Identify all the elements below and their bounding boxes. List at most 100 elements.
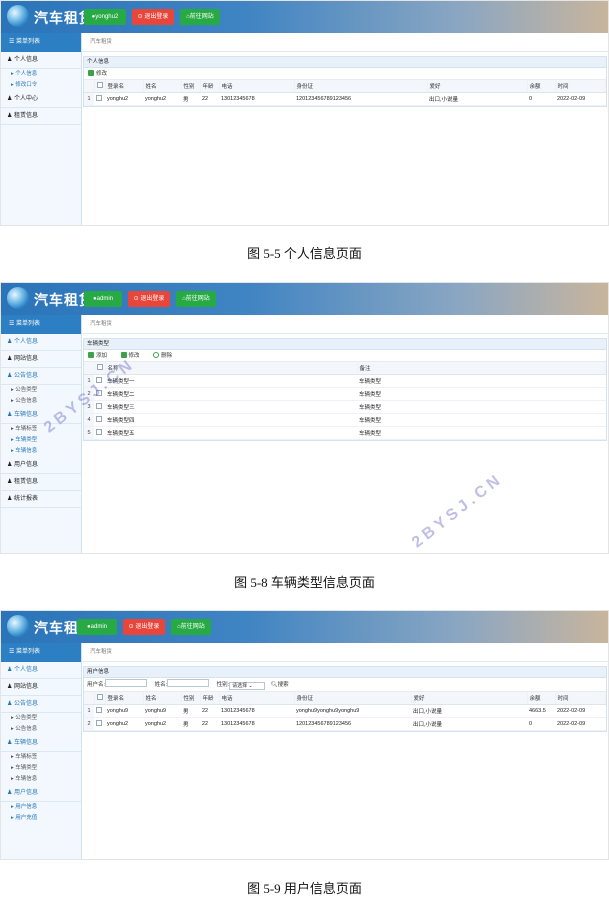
column-header[interactable]: 性别 xyxy=(181,692,201,705)
column-header[interactable]: 年龄 xyxy=(200,80,220,93)
sidebar-group[interactable]: ♟ 个人信息 xyxy=(1,52,81,69)
column-header[interactable]: 姓名 xyxy=(143,692,182,705)
column-header[interactable]: 余额 xyxy=(527,80,556,93)
delete-button[interactable]: 删除 xyxy=(153,352,178,359)
column-header[interactable]: 备注 xyxy=(357,362,606,375)
column-header[interactable]: 性别 xyxy=(181,80,201,93)
user-icon: ♟ xyxy=(7,740,15,746)
user-icon: ♟ xyxy=(7,701,15,707)
sidebar-item-label: 个人中心 xyxy=(14,96,39,102)
sidebar-item[interactable]: ▸ 车辆信息 xyxy=(1,446,81,457)
search-icon: 🔍︎ xyxy=(270,682,278,688)
sidebar-item[interactable]: ▸ 修改口令 xyxy=(1,80,81,91)
table-row[interactable]: 5 车辆类型五 车辆类型 xyxy=(84,426,606,440)
sidebar-item[interactable]: ▸ 车辆标签 xyxy=(1,424,81,435)
sidebar-item-label: 统计报表 xyxy=(14,496,39,502)
column-header[interactable]: 爱好 xyxy=(427,80,528,93)
sidebar-group[interactable]: ♟ 租赁信息 xyxy=(1,474,81,491)
logout-button[interactable]: ⊙ 退出登录 xyxy=(123,619,165,635)
table-cell: yonghu2 xyxy=(143,92,181,106)
logout-button[interactable]: ⊙ 退出登录 xyxy=(128,291,170,307)
user-button[interactable]: ●yonghu2 xyxy=(84,9,126,25)
name-input[interactable] xyxy=(167,679,210,687)
sidebar-group[interactable]: ♟ 个人中心 xyxy=(1,91,81,108)
data-panel: 个人信息 修改 登录名 姓名 性别 年龄 电话 身份证 爱好 余额 时间 1 yonghu2 yon… xyxy=(83,56,607,107)
sidebar-item-label: 用户信息 xyxy=(14,790,39,796)
sidebar-group[interactable]: ♟ 车辆信息 xyxy=(1,735,81,752)
search-button[interactable]: 🔍︎搜索 xyxy=(271,682,289,688)
row-checkbox[interactable] xyxy=(96,416,102,422)
edit-button[interactable]: 修改 xyxy=(88,70,113,77)
table-row[interactable]: 1 车辆类型一 车辆类型 xyxy=(84,374,606,388)
table-row[interactable]: 2 yonghu2 yonghu2 男 22 13012345678 12012345678… xyxy=(84,717,606,731)
sidebar-group[interactable]: ♟ 用户信息 xyxy=(1,785,81,802)
front-site-button[interactable]: ⌂前往网站 xyxy=(180,9,220,25)
column-header[interactable]: 余额 xyxy=(527,692,556,705)
user-button[interactable]: ●admin xyxy=(77,619,117,635)
breadcrumb: 汽车租赁 xyxy=(82,315,608,334)
sidebar-item[interactable]: ▸ 个人信息 xyxy=(1,69,81,80)
add-button[interactable]: 添加 xyxy=(88,352,113,359)
sidebar-item[interactable]: ▸ 公告类型 xyxy=(1,385,81,396)
sidebar-item[interactable]: ▸ 车辆类型 xyxy=(1,435,81,446)
sidebar-item[interactable]: ▸ 车辆类型 xyxy=(1,763,81,774)
front-site-button[interactable]: ⌂前往网站 xyxy=(171,619,211,635)
select-all-checkbox[interactable] xyxy=(96,694,103,701)
table-cell: 13012345678 xyxy=(219,704,294,718)
table-cell: 13012345678 xyxy=(219,92,294,106)
table-row[interactable]: 4 车辆类型四 车辆类型 xyxy=(84,413,606,427)
sidebar-group[interactable]: ♟ 个人信息 xyxy=(1,662,81,679)
column-header[interactable]: 电话 xyxy=(219,80,295,93)
front-site-button[interactable]: ⌂前往网站 xyxy=(176,291,216,307)
sidebar-group[interactable]: ♟ 租赁信息 xyxy=(1,108,81,125)
column-header[interactable]: 身份证 xyxy=(294,80,428,93)
sidebar-group[interactable]: ♟ 统计报表 xyxy=(1,491,81,508)
sidebar-group[interactable]: ♟ 网站信息 xyxy=(1,351,81,368)
row-checkbox[interactable] xyxy=(96,429,102,435)
row-number: 2 xyxy=(84,717,94,731)
select-all-checkbox[interactable] xyxy=(96,82,103,89)
top-header: 汽车租赁 ●yonghu2 ⊙ 退出登录 ⌂前往网站 xyxy=(1,1,608,33)
username-input[interactable] xyxy=(105,679,148,687)
column-header[interactable]: 姓名 xyxy=(143,80,182,93)
column-header[interactable]: 身份证 xyxy=(294,692,412,705)
data-table: 登录名 姓名 性别 年龄 电话 身份证 爱好 余额 时间 1 yonghu2 yonghu2 男 22 1… xyxy=(84,80,606,106)
column-header[interactable]: 电话 xyxy=(219,692,295,705)
table-row[interactable]: 3 车辆类型三 车辆类型 xyxy=(84,400,606,414)
sidebar-group[interactable]: ♟ 公告信息 xyxy=(1,368,81,385)
logout-button[interactable]: ⊙ 退出登录 xyxy=(132,9,174,25)
row-checkbox[interactable] xyxy=(96,95,102,101)
table-cell: 出口,小说量 xyxy=(427,92,527,106)
sidebar-group[interactable]: ♟ 网站信息 xyxy=(1,679,81,696)
column-header[interactable]: 爱好 xyxy=(411,692,528,705)
sidebar-group[interactable]: ♟ 用户信息 xyxy=(1,457,81,474)
sidebar-item[interactable]: ▸ 公告信息 xyxy=(1,724,81,735)
sidebar-item[interactable]: ▸ 用户信息 xyxy=(1,802,81,813)
gender-select[interactable]: 请选择 ⌄ xyxy=(229,682,266,690)
column-header[interactable]: 年龄 xyxy=(200,692,220,705)
row-checkbox[interactable] xyxy=(96,720,102,726)
table-row[interactable]: 1 yonghu9 yonghu9 男 22 13012345678 yonghu9yong… xyxy=(84,704,606,718)
column-header[interactable]: 名称 xyxy=(105,362,358,375)
column-header[interactable]: 登录名 xyxy=(105,80,144,93)
sidebar-group[interactable]: ♟ 个人信息 xyxy=(1,334,81,351)
app-logo-icon xyxy=(7,5,29,27)
row-checkbox[interactable] xyxy=(96,707,102,713)
sidebar-item-label: 用户信息 xyxy=(14,462,39,468)
sidebar-item[interactable]: ▸ 车辆标签 xyxy=(1,752,81,763)
user-button[interactable]: ●admin xyxy=(84,291,122,307)
table-cell: yonghu2 xyxy=(143,717,181,731)
column-header[interactable]: 时间 xyxy=(555,692,606,705)
column-header[interactable]: 登录名 xyxy=(105,692,144,705)
screenshot-user-info: 汽车租赁 ●admin ⊙ 退出登录 ⌂前往网站 ☰ 菜单列表 ♟ 个人信息 ♟ … xyxy=(0,610,609,860)
table-row[interactable]: 1 yonghu2 yonghu2 男 22 13012345678 12012345678… xyxy=(84,92,606,106)
sidebar-group[interactable]: ♟ 公告信息 xyxy=(1,696,81,713)
sidebar-item[interactable]: ▸ 用户充值 xyxy=(1,813,81,824)
row-checkbox[interactable] xyxy=(96,403,102,409)
sidebar-item[interactable]: ▸ 车辆信息 xyxy=(1,774,81,785)
main-content: 汽车租赁 车辆类型 添加 修改 删除 名称 备注 1 车辆类型一 车辆类型 2 车辆类型二… xyxy=(82,315,608,553)
table-row[interactable]: 2 车辆类型二 车辆类型 xyxy=(84,387,606,401)
column-header[interactable]: 时间 xyxy=(555,80,606,93)
select-all-checkbox[interactable] xyxy=(96,364,103,371)
sidebar-item[interactable]: ▸ 公告类型 xyxy=(1,713,81,724)
